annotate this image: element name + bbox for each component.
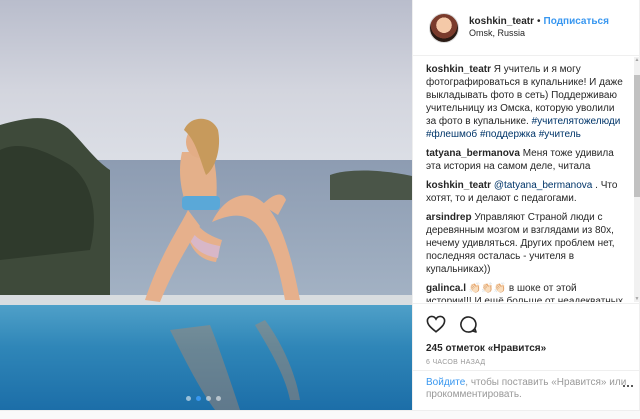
scrollbar-thumb[interactable] [634,75,640,197]
comment-item: koshkin_teatr @tatyana_bermanova . Что х… [426,179,625,205]
scroll-down-arrow-icon[interactable]: ▼ [634,296,640,302]
carousel-dot[interactable] [216,396,221,401]
comment-item: arsindrep Управляют Страной люди с дерев… [426,211,625,276]
post-header: koshkin_teatr • Подписаться Omsk, Russia [413,0,640,56]
comment-item: galinca.l 👏🏻👏🏻👏🏻 в шоке от этой истории!… [426,282,625,302]
author-username[interactable]: koshkin_teatr [469,16,534,27]
carousel-dot-active[interactable] [196,396,201,401]
post-photo[interactable] [0,0,412,410]
comment-author[interactable]: galinca.l [426,283,466,294]
hashtag-link[interactable]: #учителятожелюди [532,116,621,127]
login-prompt: Войдите, чтобы поставить «Нравится» или … [413,370,640,410]
speech-bubble-icon[interactable] [458,314,478,334]
more-options-icon[interactable] [623,380,635,392]
heart-icon[interactable] [426,314,446,334]
hashtag-link[interactable]: #поддержка [480,129,536,140]
avatar[interactable] [429,12,459,43]
likes-count[interactable]: 245 отметок «Нравится» [426,343,628,354]
post-sidebar: koshkin_teatr • Подписаться Omsk, Russia k… [412,0,640,410]
login-link[interactable]: Войдите [426,377,465,388]
comment-author[interactable]: tatyana_bermanova [426,148,520,159]
caption: koshkin_teatr Я учитель и я могу фотогра… [426,63,625,141]
comments-list: koshkin_teatr Я учитель и я могу фотогра… [413,57,633,302]
scroll-up-arrow-icon[interactable]: ▲ [634,57,640,63]
comment-author[interactable]: koshkin_teatr [426,180,491,191]
follow-button[interactable]: Подписаться [544,16,609,27]
hashtag-link[interactable]: #флешмоб [426,129,477,140]
mention-link[interactable]: @tatyana_bermanova [494,180,593,191]
location-link[interactable]: Omsk, Russia [469,28,609,39]
comment-item: tatyana_bermanova Меня тоже удивила эта … [426,147,625,173]
comments-scrollbar[interactable]: ▲ ▼ [634,57,640,302]
carousel-dot[interactable] [186,396,191,401]
hashtag-link[interactable]: #учитель [539,129,581,140]
carousel-dot[interactable] [206,396,211,401]
photo-scene [0,0,412,410]
post-timestamp[interactable]: 6 ЧАСОВ НАЗАД [426,359,628,366]
caption-author[interactable]: koshkin_teatr [426,64,491,75]
carousel-dots [186,396,221,401]
instagram-post: koshkin_teatr • Подписаться Omsk, Russia k… [0,0,640,419]
header-separator: • [537,15,541,27]
page-bottom-edge [0,410,640,419]
comment-author[interactable]: arsindrep [426,212,472,223]
